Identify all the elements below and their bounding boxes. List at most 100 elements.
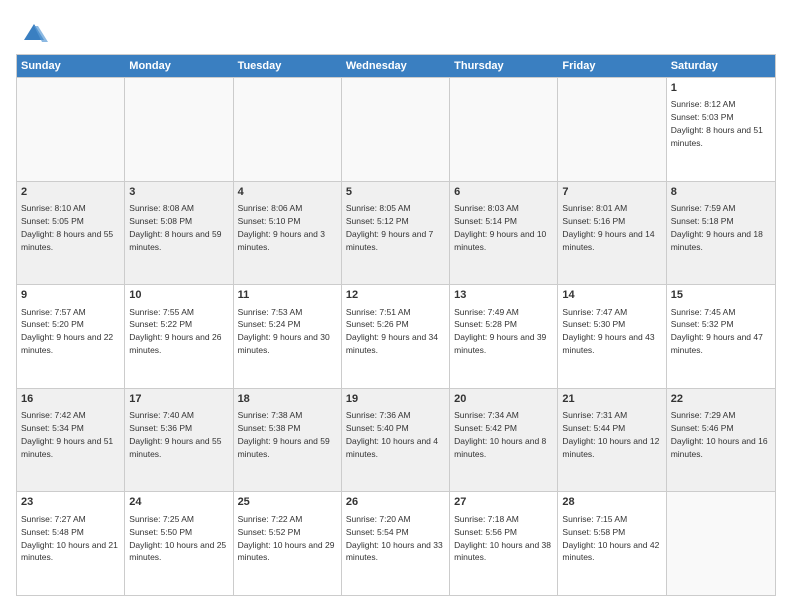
calendar-cell: 15 Sunrise: 7:45 AM Sunset: 5:32 PM Dayli… bbox=[667, 285, 775, 388]
cell-info: Sunrise: 8:10 AM Sunset: 5:05 PM Dayligh… bbox=[21, 203, 113, 252]
calendar-cell: 8 Sunrise: 7:59 AM Sunset: 5:18 PM Daylig… bbox=[667, 182, 775, 285]
cell-info: Sunrise: 7:57 AM Sunset: 5:20 PM Dayligh… bbox=[21, 307, 113, 356]
day-number: 17 bbox=[129, 392, 228, 407]
day-number: 12 bbox=[346, 288, 445, 303]
day-number: 26 bbox=[346, 495, 445, 510]
weekday-header: Monday bbox=[125, 55, 233, 77]
calendar-row: 1 Sunrise: 8:12 AM Sunset: 5:03 PM Daylig… bbox=[17, 77, 775, 181]
day-number: 8 bbox=[671, 185, 771, 200]
calendar-cell: 19 Sunrise: 7:36 AM Sunset: 5:40 PM Dayli… bbox=[342, 389, 450, 492]
calendar-header: SundayMondayTuesdayWednesdayThursdayFrid… bbox=[17, 55, 775, 77]
calendar-cell: 4 Sunrise: 8:06 AM Sunset: 5:10 PM Daylig… bbox=[234, 182, 342, 285]
calendar-cell bbox=[125, 78, 233, 181]
calendar-cell: 14 Sunrise: 7:47 AM Sunset: 5:30 PM Dayli… bbox=[558, 285, 666, 388]
calendar-cell: 10Sunrise: 7:55 AM Sunset: 5:22 PM Dayli… bbox=[125, 285, 233, 388]
calendar-row: 2 Sunrise: 8:10 AM Sunset: 5:05 PM Daylig… bbox=[17, 181, 775, 285]
calendar-cell: 12 Sunrise: 7:51 AM Sunset: 5:26 PM Dayli… bbox=[342, 285, 450, 388]
weekday-header: Saturday bbox=[667, 55, 775, 77]
day-number: 1 bbox=[671, 81, 771, 96]
calendar-cell bbox=[558, 78, 666, 181]
calendar-cell: 3 Sunrise: 8:08 AM Sunset: 5:08 PM Daylig… bbox=[125, 182, 233, 285]
calendar-row: 16 Sunrise: 7:42 AM Sunset: 5:34 PM Dayli… bbox=[17, 388, 775, 492]
cell-info: Sunrise: 8:03 AM Sunset: 5:14 PM Dayligh… bbox=[454, 203, 546, 252]
cell-info: Sunrise: 7:15 AM Sunset: 5:58 PM Dayligh… bbox=[562, 514, 659, 563]
calendar-cell: 27 Sunrise: 7:18 AM Sunset: 5:56 PM Dayli… bbox=[450, 492, 558, 595]
day-number: 3 bbox=[129, 185, 228, 200]
calendar-cell: 20 Sunrise: 7:34 AM Sunset: 5:42 PM Dayli… bbox=[450, 389, 558, 492]
logo-icon bbox=[20, 16, 48, 44]
cell-info: Sunrise: 7:47 AM Sunset: 5:30 PM Dayligh… bbox=[562, 307, 654, 356]
weekday-header: Wednesday bbox=[342, 55, 450, 77]
cell-info: Sunrise: 7:38 AM Sunset: 5:38 PM Dayligh… bbox=[238, 410, 330, 459]
cell-info: Sunrise: 7:42 AM Sunset: 5:34 PM Dayligh… bbox=[21, 410, 113, 459]
calendar-cell: 24 Sunrise: 7:25 AM Sunset: 5:50 PM Dayli… bbox=[125, 492, 233, 595]
cell-info: Sunrise: 7:59 AM Sunset: 5:18 PM Dayligh… bbox=[671, 203, 763, 252]
calendar-cell: 22Sunrise: 7:29 AM Sunset: 5:46 PM Dayli… bbox=[667, 389, 775, 492]
calendar-cell bbox=[234, 78, 342, 181]
cell-info: Sunrise: 7:45 AM Sunset: 5:32 PM Dayligh… bbox=[671, 307, 763, 356]
cell-info: Sunrise: 7:27 AM Sunset: 5:48 PM Dayligh… bbox=[21, 514, 118, 563]
weekday-header: Thursday bbox=[450, 55, 558, 77]
day-number: 16 bbox=[21, 392, 120, 407]
weekday-header: Friday bbox=[558, 55, 666, 77]
cell-info: Sunrise: 8:05 AM Sunset: 5:12 PM Dayligh… bbox=[346, 203, 433, 252]
day-number: 9 bbox=[21, 288, 120, 303]
calendar-cell: 17 Sunrise: 7:40 AM Sunset: 5:36 PM Dayli… bbox=[125, 389, 233, 492]
cell-info: Sunrise: 8:01 AM Sunset: 5:16 PM Dayligh… bbox=[562, 203, 654, 252]
calendar-body: 1 Sunrise: 8:12 AM Sunset: 5:03 PM Daylig… bbox=[17, 77, 775, 595]
header bbox=[16, 16, 776, 44]
calendar-cell bbox=[667, 492, 775, 595]
cell-info: Sunrise: 7:53 AM Sunset: 5:24 PM Dayligh… bbox=[238, 307, 330, 356]
calendar-cell: 26 Sunrise: 7:20 AM Sunset: 5:54 PM Dayli… bbox=[342, 492, 450, 595]
calendar: SundayMondayTuesdayWednesdayThursdayFrid… bbox=[16, 54, 776, 596]
calendar-cell: 23 Sunrise: 7:27 AM Sunset: 5:48 PM Dayli… bbox=[17, 492, 125, 595]
cell-info: Sunrise: 8:08 AM Sunset: 5:08 PM Dayligh… bbox=[129, 203, 221, 252]
calendar-cell: 2 Sunrise: 8:10 AM Sunset: 5:05 PM Daylig… bbox=[17, 182, 125, 285]
day-number: 5 bbox=[346, 185, 445, 200]
cell-info: Sunrise: 7:31 AM Sunset: 5:44 PM Dayligh… bbox=[562, 410, 659, 459]
day-number: 6 bbox=[454, 185, 553, 200]
calendar-cell: 9 Sunrise: 7:57 AM Sunset: 5:20 PM Daylig… bbox=[17, 285, 125, 388]
day-number: 23 bbox=[21, 495, 120, 510]
day-number: 24 bbox=[129, 495, 228, 510]
weekday-header: Tuesday bbox=[234, 55, 342, 77]
calendar-cell: 5 Sunrise: 8:05 AM Sunset: 5:12 PM Daylig… bbox=[342, 182, 450, 285]
cell-info: Sunrise: 7:49 AM Sunset: 5:28 PM Dayligh… bbox=[454, 307, 546, 356]
calendar-cell: 28 Sunrise: 7:15 AM Sunset: 5:58 PM Dayli… bbox=[558, 492, 666, 595]
day-number: 13 bbox=[454, 288, 553, 303]
calendar-cell: 25Sunrise: 7:22 AM Sunset: 5:52 PM Dayli… bbox=[234, 492, 342, 595]
calendar-cell: 13 Sunrise: 7:49 AM Sunset: 5:28 PM Dayli… bbox=[450, 285, 558, 388]
cell-info: Sunrise: 7:25 AM Sunset: 5:50 PM Dayligh… bbox=[129, 514, 226, 563]
calendar-cell bbox=[450, 78, 558, 181]
day-number: 21 bbox=[562, 392, 661, 407]
cell-info: Sunrise: 7:51 AM Sunset: 5:26 PM Dayligh… bbox=[346, 307, 438, 356]
day-number: 27 bbox=[454, 495, 553, 510]
calendar-cell: 6 Sunrise: 8:03 AM Sunset: 5:14 PM Daylig… bbox=[450, 182, 558, 285]
cell-info: Sunrise: 7:36 AM Sunset: 5:40 PM Dayligh… bbox=[346, 410, 438, 459]
day-number: 15 bbox=[671, 288, 771, 303]
cell-info: Sunrise: 8:06 AM Sunset: 5:10 PM Dayligh… bbox=[238, 203, 325, 252]
day-number: 20 bbox=[454, 392, 553, 407]
calendar-row: 23 Sunrise: 7:27 AM Sunset: 5:48 PM Dayli… bbox=[17, 491, 775, 595]
calendar-cell: 7Sunrise: 8:01 AM Sunset: 5:16 PM Daylig… bbox=[558, 182, 666, 285]
day-number: 14 bbox=[562, 288, 661, 303]
cell-info: Sunrise: 7:34 AM Sunset: 5:42 PM Dayligh… bbox=[454, 410, 546, 459]
cell-info: Sunrise: 8:12 AM Sunset: 5:03 PM Dayligh… bbox=[671, 99, 763, 148]
logo bbox=[16, 16, 48, 44]
cell-info: Sunrise: 7:40 AM Sunset: 5:36 PM Dayligh… bbox=[129, 410, 221, 459]
day-number: 10 bbox=[129, 288, 228, 303]
cell-info: Sunrise: 7:18 AM Sunset: 5:56 PM Dayligh… bbox=[454, 514, 551, 563]
day-number: 22 bbox=[671, 392, 771, 407]
cell-info: Sunrise: 7:22 AM Sunset: 5:52 PM Dayligh… bbox=[238, 514, 335, 563]
calendar-cell: 1 Sunrise: 8:12 AM Sunset: 5:03 PM Daylig… bbox=[667, 78, 775, 181]
day-number: 19 bbox=[346, 392, 445, 407]
calendar-cell: 16 Sunrise: 7:42 AM Sunset: 5:34 PM Dayli… bbox=[17, 389, 125, 492]
weekday-header: Sunday bbox=[17, 55, 125, 77]
day-number: 2 bbox=[21, 185, 120, 200]
cell-info: Sunrise: 7:20 AM Sunset: 5:54 PM Dayligh… bbox=[346, 514, 443, 563]
day-number: 28 bbox=[562, 495, 661, 510]
day-number: 4 bbox=[238, 185, 337, 200]
calendar-cell: 18Sunrise: 7:38 AM Sunset: 5:38 PM Dayli… bbox=[234, 389, 342, 492]
calendar-cell: 11Sunrise: 7:53 AM Sunset: 5:24 PM Dayli… bbox=[234, 285, 342, 388]
calendar-cell: 21 Sunrise: 7:31 AM Sunset: 5:44 PM Dayli… bbox=[558, 389, 666, 492]
